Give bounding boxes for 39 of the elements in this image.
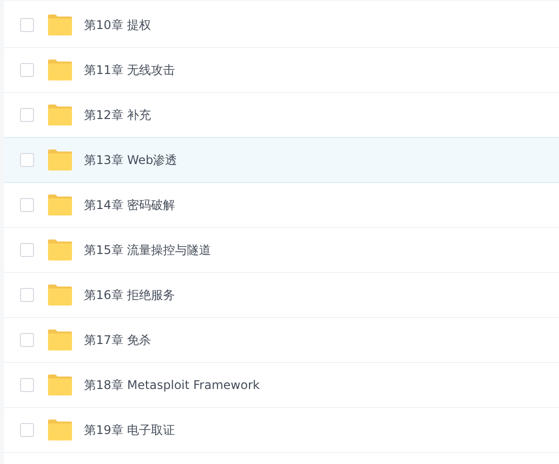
file-row[interactable]: 第15章 流量操控与隧道	[4, 228, 559, 273]
folder-name: 第19章 电子取证	[84, 422, 176, 438]
folder-icon	[47, 419, 73, 441]
checkbox[interactable]	[20, 243, 34, 257]
file-row[interactable]: 第10章 提权	[4, 3, 559, 48]
checkbox[interactable]	[20, 18, 34, 32]
folder-icon	[47, 149, 73, 171]
file-row[interactable]: 第11章 无线攻击	[4, 48, 559, 93]
file-row[interactable]: 第19章 电子取证	[4, 408, 559, 453]
checkbox[interactable]	[20, 153, 34, 167]
folder-name: 第12章 补充	[84, 106, 152, 124]
folder-name: 第10章 提权	[84, 16, 152, 34]
file-row[interactable]: 第16章 拒绝服务	[4, 273, 559, 318]
checkbox[interactable]	[20, 63, 34, 77]
folder-icon	[47, 284, 73, 306]
folder-icon	[47, 194, 73, 216]
folder-name: 第14章 密码破解	[84, 196, 176, 214]
folder-icon	[47, 239, 73, 261]
folder-icon	[47, 329, 73, 351]
folder-icon	[47, 14, 73, 36]
file-row[interactable]: 第17章 免杀	[4, 318, 559, 363]
checkbox[interactable]	[20, 378, 34, 392]
file-row[interactable]: 第13章 Web渗透	[4, 137, 559, 183]
folder-name: 第16章 拒绝服务	[84, 286, 176, 304]
folder-name: 第17章 免杀	[84, 332, 152, 348]
folder-name: 第13章 Web渗透	[84, 152, 178, 168]
file-row[interactable]: 第14章 密码破解	[4, 183, 559, 228]
checkbox[interactable]	[20, 108, 34, 122]
folder-name: 第18章 Metasploit Framework	[84, 376, 260, 394]
checkbox[interactable]	[20, 198, 34, 212]
folder-icon	[47, 374, 73, 396]
folder-name: 第11章 无线攻击	[84, 62, 176, 78]
folder-name: 第15章 流量操控与隧道	[84, 242, 212, 258]
checkbox[interactable]	[20, 333, 34, 347]
folder-icon	[47, 104, 73, 126]
folder-icon	[47, 59, 73, 81]
file-row[interactable]: 第18章 Metasploit Framework	[4, 363, 559, 408]
checkbox[interactable]	[20, 423, 34, 437]
checkbox[interactable]	[20, 288, 34, 302]
